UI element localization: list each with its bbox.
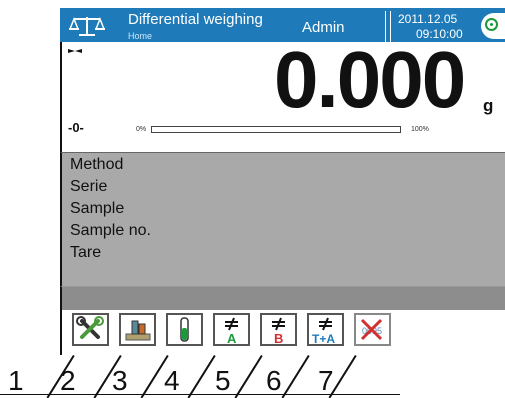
delete-weighing-button[interactable]: 0095: [354, 313, 391, 346]
callout-number-3: 3: [112, 365, 128, 396]
tools-button[interactable]: [72, 313, 109, 346]
function-toolbar: A B T+A 0095: [60, 310, 505, 355]
status-button[interactable]: [481, 13, 505, 39]
info-row-sample-no: Sample no.: [70, 222, 151, 239]
not-equal-t-plus-a-label: T+A: [312, 332, 335, 344]
not-equal-a-label: A: [227, 331, 237, 344]
not-equal-t-plus-a-icon: T+A: [312, 317, 335, 346]
status-strip: [60, 286, 505, 310]
info-row-serie: Serie: [70, 178, 108, 195]
scale-icon[interactable]: [68, 13, 106, 39]
callout-line-5: [234, 355, 263, 398]
not-equal-b-label: B: [274, 331, 283, 344]
progress-min-label: 0%: [136, 126, 147, 133]
mode-subtitle: Home: [128, 31, 153, 41]
tools-icon: [76, 316, 104, 339]
sample-weighing-icon: [125, 320, 151, 341]
not-equal-a-button[interactable]: A: [213, 313, 250, 346]
info-row-method: Method: [70, 156, 124, 173]
not-equal-b-button[interactable]: B: [260, 313, 297, 346]
info-row-sample: Sample: [70, 200, 125, 217]
callout-baseline: [0, 394, 400, 395]
weight-value: 0.000: [274, 35, 466, 124]
callout-number-6: 6: [266, 365, 282, 396]
callout-number-1: 1: [8, 365, 24, 396]
weight-unit[interactable]: g: [483, 96, 493, 116]
not-equal-a-icon: A: [225, 317, 238, 346]
balance-screen: Differential weighing Home Admin 2011.12…: [60, 0, 505, 360]
callout-line-4: [187, 355, 216, 398]
info-row-tare: Tare: [70, 244, 102, 261]
stability-icon: [68, 49, 82, 53]
date-label: 2011.12.05: [398, 12, 458, 26]
callout-number-4: 4: [164, 365, 180, 396]
callout-line-6: [281, 355, 310, 398]
zero-indicator: -0-: [68, 120, 84, 135]
not-equal-t-plus-a-button[interactable]: T+A: [307, 313, 344, 346]
callout-number-2: 2: [60, 365, 76, 396]
test-tube-button[interactable]: [166, 313, 203, 346]
test-tube-icon: [180, 317, 189, 342]
target-icon: [485, 18, 498, 31]
callout-number-7: 7: [318, 365, 334, 396]
not-equal-b-icon: B: [272, 317, 285, 346]
delete-weighing-icon: 0095: [360, 318, 383, 341]
progress-max-label: 100%: [411, 126, 429, 133]
info-panel: Method Serie Sample Sample no. Tare: [60, 152, 505, 286]
sample-weighing-button[interactable]: [119, 313, 156, 346]
mode-title: Differential weighing: [128, 11, 263, 28]
callout-number-5: 5: [215, 365, 231, 396]
load-progress-bar: [151, 126, 401, 133]
weighing-panel: -0- 0% 100% 0.000 g: [60, 35, 505, 152]
